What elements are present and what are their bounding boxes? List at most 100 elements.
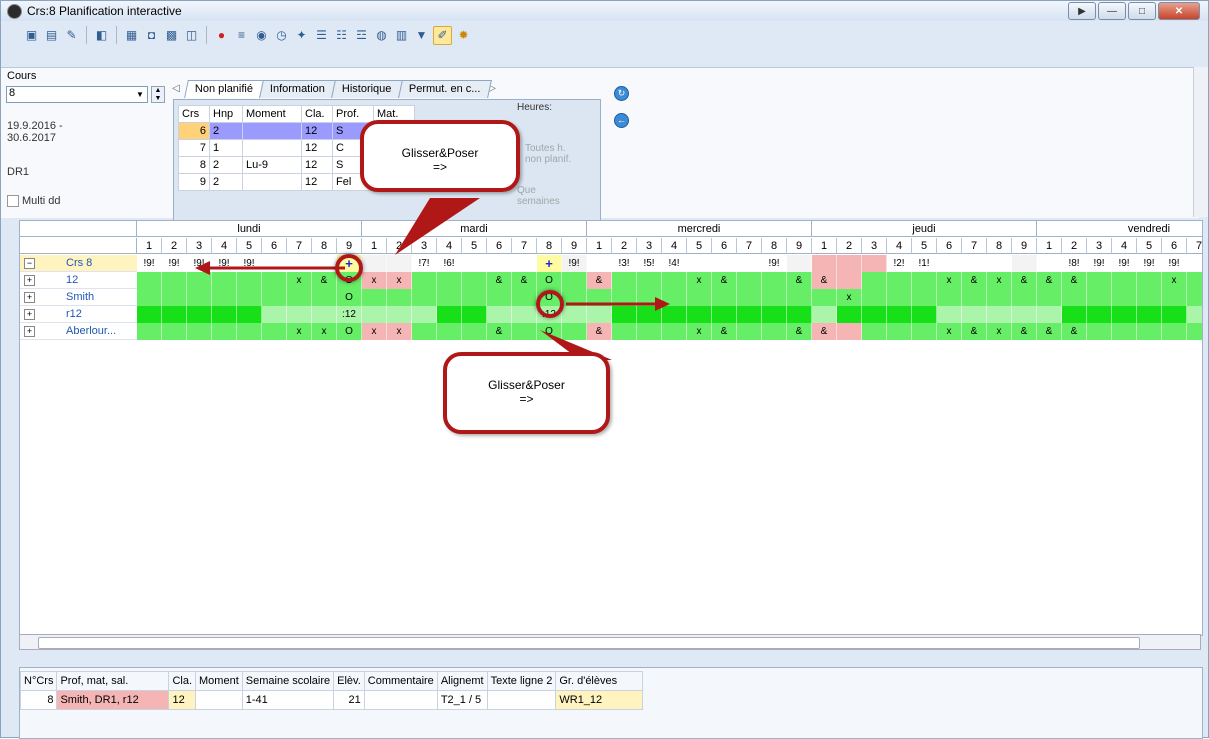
schedule-cell[interactable]: &	[787, 272, 812, 289]
schedule-cell[interactable]	[837, 255, 862, 272]
schedule-cell[interactable]	[562, 289, 587, 306]
period-header[interactable]: 4	[1112, 238, 1137, 254]
schedule-cell[interactable]	[162, 323, 187, 340]
schedule-cell[interactable]: !7!	[412, 255, 437, 272]
schedule-cell[interactable]	[637, 272, 662, 289]
schedule-cell[interactable]	[1137, 323, 1162, 340]
schedule-cell[interactable]: x	[687, 272, 712, 289]
schedule-cell[interactable]: !9!	[1112, 255, 1137, 272]
schedule-cell[interactable]	[912, 272, 937, 289]
schedule-cell[interactable]	[962, 255, 987, 272]
course-select[interactable]: 8 ▼	[6, 86, 148, 103]
schedule-cell[interactable]: &	[712, 323, 737, 340]
schedule-cell[interactable]	[712, 289, 737, 306]
schedule-cell[interactable]	[1112, 306, 1137, 323]
day-header-mardi[interactable]: mardi	[362, 221, 587, 237]
schedule-cell[interactable]	[237, 306, 262, 323]
schedule-cell[interactable]: &	[962, 272, 987, 289]
schedule-cell[interactable]: &	[812, 272, 837, 289]
schedule-cell[interactable]	[662, 289, 687, 306]
col-header[interactable]: Gr. d'élèves	[555, 671, 644, 691]
schedule-cell[interactable]: x	[1162, 272, 1187, 289]
day-header-mercredi[interactable]: mercredi	[587, 221, 812, 237]
schedule-cell[interactable]	[637, 323, 662, 340]
schedule-cell[interactable]	[612, 323, 637, 340]
tab-information[interactable]: Information	[259, 80, 337, 98]
schedule-cell[interactable]	[662, 306, 687, 323]
schedule-cell[interactable]: &	[1062, 323, 1087, 340]
schedule-cell[interactable]	[937, 255, 962, 272]
schedule-cell[interactable]	[787, 306, 812, 323]
schedule-cell[interactable]	[612, 289, 637, 306]
period-header[interactable]: 2	[162, 238, 187, 254]
schedule-cell[interactable]	[462, 306, 487, 323]
schedule-cell[interactable]	[862, 289, 887, 306]
grid-row-header[interactable]: + r12	[20, 306, 137, 323]
schedule-cell[interactable]: &	[1037, 272, 1062, 289]
schedule-cell[interactable]	[162, 289, 187, 306]
pushpin-icon[interactable]: ●	[213, 27, 230, 44]
schedule-cell[interactable]: &	[587, 323, 612, 340]
filter-icon[interactable]: ≡	[233, 27, 250, 44]
schedule-cell[interactable]	[212, 272, 237, 289]
schedule-cell[interactable]	[512, 323, 537, 340]
expand-icon[interactable]: +	[24, 309, 35, 320]
schedule-cell[interactable]: O	[537, 323, 562, 340]
tab-permut[interactable]: Permut. en c...	[397, 80, 492, 98]
period-header[interactable]: 4	[212, 238, 237, 254]
day-header-vendredi[interactable]: vendredi	[1037, 221, 1202, 237]
schedule-cell[interactable]	[387, 289, 412, 306]
schedule-cell[interactable]	[962, 306, 987, 323]
schedule-cell[interactable]: &	[487, 272, 512, 289]
multi-dd-checkbox[interactable]: Multi dd	[7, 195, 61, 207]
period-header[interactable]: 5	[912, 238, 937, 254]
maximize-button[interactable]: □	[1128, 2, 1156, 20]
schedule-cell[interactable]	[362, 255, 387, 272]
chevron-down-icon[interactable]: ▼	[133, 87, 147, 102]
toolbar-icon-2[interactable]: ▤	[43, 27, 60, 44]
day-header-jeudi[interactable]: jeudi	[812, 221, 1037, 237]
schedule-cell[interactable]	[512, 289, 537, 306]
schedule-cell[interactable]	[862, 306, 887, 323]
schedule-cell[interactable]	[937, 289, 962, 306]
schedule-cell[interactable]	[312, 255, 337, 272]
period-header[interactable]: 2	[837, 238, 862, 254]
schedule-cell[interactable]	[737, 255, 762, 272]
schedule-cell[interactable]	[737, 306, 762, 323]
schedule-cell[interactable]	[187, 289, 212, 306]
schedule-cell[interactable]	[412, 306, 437, 323]
schedule-cell[interactable]	[262, 255, 287, 272]
schedule-cell[interactable]	[812, 255, 837, 272]
schedule-cell[interactable]	[612, 272, 637, 289]
schedule-cell[interactable]: &	[787, 323, 812, 340]
pin-icon[interactable]: ✎	[63, 27, 80, 44]
schedule-cell[interactable]: x	[362, 272, 387, 289]
schedule-cell[interactable]	[237, 323, 262, 340]
schedule-cell[interactable]: !9!	[187, 255, 212, 272]
schedule-cell[interactable]	[1187, 272, 1202, 289]
schedule-cell[interactable]	[1087, 289, 1112, 306]
schedule-cell[interactable]: +	[537, 255, 562, 272]
period-header[interactable]: 4	[437, 238, 462, 254]
col-header[interactable]: Semaine scolaire	[241, 671, 335, 691]
schedule-cell[interactable]	[687, 289, 712, 306]
schedule-cell[interactable]	[137, 289, 162, 306]
refresh-icon[interactable]: ↻	[614, 86, 629, 101]
col-header[interactable]: Texte ligne 2	[486, 671, 557, 691]
schedule-cell[interactable]	[712, 255, 737, 272]
schedule-cell[interactable]	[1187, 255, 1202, 272]
schedule-cell[interactable]	[987, 255, 1012, 272]
schedule-cell[interactable]	[237, 289, 262, 306]
schedule-cell[interactable]: !4!	[662, 255, 687, 272]
col-header[interactable]: Moment	[195, 671, 243, 691]
schedule-cell[interactable]	[1062, 289, 1087, 306]
schedule-cell[interactable]: !9!	[162, 255, 187, 272]
minimize-button[interactable]: —	[1098, 2, 1126, 20]
period-header[interactable]: 1	[587, 238, 612, 254]
schedule-cell[interactable]	[287, 306, 312, 323]
scroll-thumb[interactable]	[38, 637, 1140, 649]
course-spinner[interactable]: ▲ ▼	[151, 86, 165, 103]
schedule-cell[interactable]	[937, 306, 962, 323]
schedule-cell[interactable]: !2!	[887, 255, 912, 272]
schedule-cell[interactable]: !9!	[1137, 255, 1162, 272]
